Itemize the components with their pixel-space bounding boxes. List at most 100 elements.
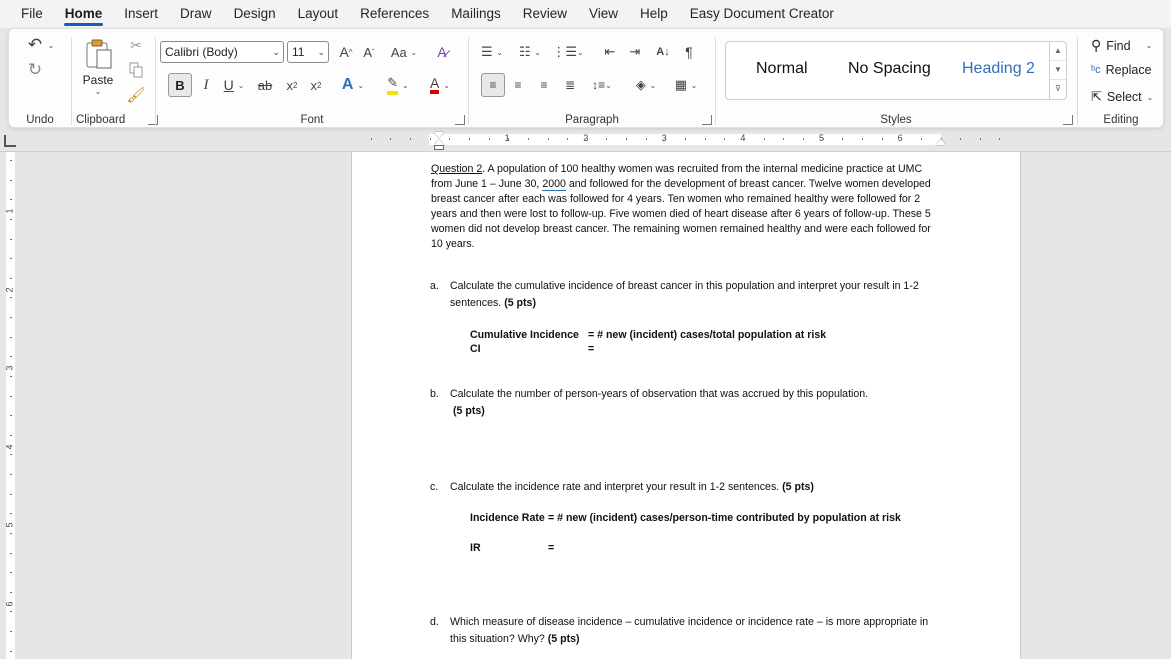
tab-easy-document-creator[interactable]: Easy Document Creator [679,0,845,28]
ir-abbreviation: IR [470,542,481,554]
item-points: (5 pts) [782,481,814,493]
ruler-tick [10,375,12,377]
item-letter: d. [430,616,439,628]
subscript-button[interactable]: x2 [281,74,303,96]
horizontal-ruler: 123456 [351,132,1021,150]
multilevel-list-icon[interactable]: ⋮☰ ⌄ [551,41,585,63]
ruler-tick [10,611,12,613]
paste-button[interactable]: Paste ⌄ [80,35,116,96]
styles-group: Styles [716,29,1076,129]
italic-button[interactable]: I [196,74,216,96]
show-marks-icon[interactable]: ¶ [678,41,700,63]
tab-design[interactable]: Design [223,0,287,28]
tab-help[interactable]: Help [629,0,679,28]
undo-group: ↶ ⌄ ↻ Undo [9,29,71,129]
clear-formatting-icon[interactable]: A̷ [431,42,453,62]
first-line-indent-marker[interactable] [434,132,444,138]
tab-draw[interactable]: Draw [169,0,223,28]
item-letter: b. [430,388,439,400]
item-points: (5 pts) [547,633,580,645]
ruler-tick [10,258,12,260]
format-painter-icon[interactable]: 🖌 [126,85,146,105]
underline-button[interactable]: U ⌄ [218,74,250,96]
ruler-tick [842,138,844,140]
ruler-tick [10,434,12,436]
item-text: Which measure of disease incidence – cum… [450,616,929,645]
grow-font-icon[interactable]: A ^ [336,42,356,62]
cut-icon[interactable]: ✂ [126,35,146,55]
ruler-tick [704,138,706,140]
ruler-tick [10,650,12,652]
tab-references[interactable]: References [349,0,440,28]
font-size-value: 11 [292,45,305,59]
tab-home[interactable]: Home [54,0,114,28]
tab-review[interactable]: Review [512,0,578,28]
ruler-tick [783,138,785,140]
line-spacing-icon[interactable]: ↕≡ ⌄ [585,74,619,96]
ci-formula-label: Cumulative Incidence [470,329,579,341]
copy-icon[interactable] [126,60,146,80]
tab-mailings[interactable]: Mailings [440,0,512,28]
ruler-tick [10,395,12,397]
document-page[interactable]: Question 2. A population of 100 healthy … [351,152,1021,659]
ribbon: ↶ ⌄ ↻ Undo Paste ⌄ ✂ 🖌 Clipboard Calibri… [8,28,1164,128]
tab-view[interactable]: View [578,0,629,28]
undo-icon[interactable]: ↶ [23,35,47,55]
shrink-font-icon[interactable]: Aˇ [359,42,379,62]
ruler-tick [10,474,12,475]
highlight-button[interactable]: ✎ ⌄ [378,74,418,96]
align-right-icon[interactable]: ≡ [533,74,555,96]
styles-launcher-icon[interactable] [1063,115,1073,125]
left-indent-marker[interactable] [434,145,444,150]
question-year: 2000 [542,178,566,191]
ruler-tick [10,238,12,240]
align-center-icon[interactable]: ≡ [507,74,529,96]
bold-button[interactable]: B [168,73,192,97]
ruler-tick [586,138,588,140]
ruler-text-area [6,152,15,659]
font-name-select[interactable]: Calibri (Body) ⌄ [160,41,284,63]
undo-dropdown-icon[interactable]: ⌄ [47,37,55,53]
paragraph-launcher-icon[interactable] [702,115,712,125]
ruler-tick [920,138,922,140]
font-launcher-icon[interactable] [455,115,465,125]
ruler-tick [861,138,863,140]
item-d: d. Which measure of disease incidence – … [430,614,935,648]
text-effects-button[interactable]: A ⌄ [336,74,370,96]
tab-selector-icon[interactable] [4,135,16,147]
item-letter: a. [430,280,439,292]
tab-insert[interactable]: Insert [113,0,169,28]
font-color-button[interactable]: A ⌄ [420,74,460,96]
ruler-tick [802,138,804,140]
tab-layout[interactable]: Layout [287,0,350,28]
ruler-tick [449,138,451,140]
justify-icon[interactable]: ≣ [559,74,581,96]
sort-icon[interactable]: A↓ [652,41,674,63]
redo-icon[interactable]: ↻ [23,59,47,81]
right-indent-marker[interactable] [936,139,946,145]
align-left-icon[interactable]: ≡ [481,73,505,97]
superscript-button[interactable]: x2 [305,74,327,96]
chevron-down-icon: ⌄ [317,47,325,57]
ir-formula-label: Incidence Rate [470,512,545,524]
ruler-tick [10,513,12,515]
ruler-tick [10,591,12,593]
shading-icon[interactable]: ◈ ⌄ [629,74,663,96]
ci-equals: = [588,343,595,355]
ci-abbreviation: CI [470,343,481,355]
ruler-tick [10,532,12,534]
font-size-select[interactable]: 11 ⌄ [287,41,329,63]
ruler-tick [468,138,470,140]
item-points: (5 pts) [453,405,485,417]
paste-label: Paste [82,73,114,87]
increase-indent-icon[interactable]: ⇥ [624,41,646,63]
font-name-value: Calibri (Body) [165,45,238,59]
numbering-icon[interactable]: ☷ ⌄ [513,41,547,63]
decrease-indent-icon[interactable]: ⇤ [599,41,621,63]
strikethrough-button[interactable]: ab [254,74,276,96]
tab-file[interactable]: File [0,0,54,28]
bullets-icon[interactable]: ☰ ⌄ [475,41,509,63]
ruler-tick [979,138,981,140]
borders-icon[interactable]: ▦ ⌄ [669,74,703,96]
change-case-button[interactable]: Aa ⌄ [387,42,421,62]
